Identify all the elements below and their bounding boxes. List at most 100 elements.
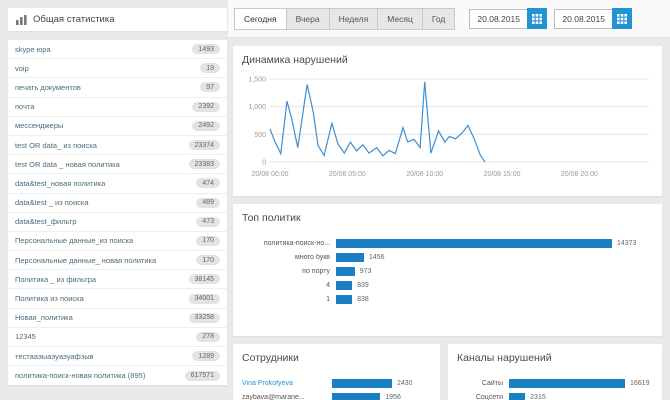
policy-list-item[interactable]: Новая_политика 33258 [8,309,227,328]
bar-label: 4 [326,281,330,289]
bar[interactable] [332,392,381,400]
sidebar-header-label: Общая статистика [33,14,115,25]
bar-value: 973 [359,267,372,275]
date-from-calendar-button[interactable] [527,8,548,29]
bar[interactable] [336,238,612,248]
bar-label: 1 [326,295,330,303]
policy-count-badge: 38145 [188,274,220,285]
policy-count-badge: 34001 [188,293,220,304]
tab-Месяц[interactable]: Месяц [377,7,423,30]
bar[interactable] [336,252,364,262]
tab-Вчера[interactable]: Вчера [285,7,330,30]
policy-count-badge: 473 [196,216,220,227]
tab-Год[interactable]: Год [421,7,456,30]
policy-list-item[interactable]: Персональные данные_из поиска 170 [8,232,227,252]
svg-text:20/08 20:00: 20/08 20:00 [561,171,598,178]
bar-row: 4 839 [242,280,653,290]
svg-text:20/08 15:00: 20/08 15:00 [484,171,521,178]
policy-label: Персональные данные_из поиска [15,236,134,246]
bar[interactable] [336,280,353,290]
policy-label: Политика _ из фильтра [15,274,97,284]
policy-count-badge: 1289 [192,351,220,362]
policy-count-badge: 2492 [192,120,220,131]
svg-text:1,000: 1,000 [248,104,266,111]
policy-list-item[interactable]: skype юра 1493 [8,40,227,60]
svg-text:1,500: 1,500 [248,77,266,84]
bar[interactable] [509,392,526,400]
policy-label: тестааэыаэуаэуафзыв [15,351,94,361]
employees-card: Сотрудники Vina Prokofyeva 2430 zaybava@ma… [233,344,440,400]
policy-count-badge: 19 [200,63,220,74]
bar-label: Сайты [481,379,503,387]
bar-row: Соцсети 2315 [457,392,653,400]
sidebar-header-general-stats[interactable]: Общая статистика [8,8,227,31]
policy-list-item[interactable]: печать документов 97 [8,78,227,98]
policy-label: почта [15,102,35,112]
policy-label: Персональные данные_ новая политика [15,255,157,265]
policy-list-item[interactable]: Политика _ из фильтра 38145 [8,270,227,290]
policy-count-badge: 278 [196,331,220,342]
policy-label: skype юра [15,44,51,54]
policy-count-badge: 617571 [184,370,220,381]
policy-label: data&test_новая политика [15,178,106,188]
bar-label: по порту [302,267,330,275]
date-to-input[interactable]: 20.08.2015 [554,8,613,29]
policy-label: печать документов [15,82,81,92]
bar-row: политика-поиск-но... 14373 [242,238,653,248]
policy-list-item[interactable]: data&test_фильтр 473 [8,213,227,232]
policy-list-item[interactable]: data&test _ из поиска 489 [8,194,227,213]
top-policies-card: Топ политик политика-поиск-но... 14373 мно… [233,204,662,336]
bar-label: политика-поиск-но... [263,239,330,247]
bar[interactable] [336,266,355,276]
policy-count-badge: 2392 [192,101,220,112]
date-to-calendar-button[interactable] [612,8,633,29]
policy-label: data&test _ из поиска [15,198,89,208]
policy-list-item[interactable]: почта 2392 [8,98,227,117]
dynamics-card-title: Динамика нарушений [242,54,348,66]
bar-row: по порту 973 [242,266,653,276]
policy-label: test OR data _ новая политика [15,159,120,169]
bar[interactable] [336,294,353,304]
bar-row: Vina Prokofyeva 2430 [242,378,431,388]
violations-dynamics-card: Динамика нарушений 0 500 1,000 1,500 20/08 0… [233,46,662,196]
policy-count-badge: 1493 [192,44,220,55]
svg-text:0: 0 [262,160,266,167]
violations-line-chart: 0 500 1,000 1,500 20/08 00:00 20/08 05:00 20/0… [248,77,649,178]
policy-label: test OR data_ из поиска [15,140,97,150]
policy-label: Новая_политика [15,313,73,323]
policy-count-badge: 170 [196,255,220,266]
employee-link[interactable]: Vina Prokofyeva [242,380,326,387]
bar-value: 838 [357,295,369,303]
policy-label: Политика из поиска [15,294,84,304]
policy-list-item[interactable]: политика-поиск-новая политика (895) 61757… [8,366,227,385]
tab-Сегодня[interactable]: Сегодня [234,7,287,30]
calendar-icon [532,13,543,24]
policy-count-badge: 474 [196,178,220,189]
policy-list-item[interactable]: test OR data _ новая политика 23383 [8,155,227,175]
policy-count-badge: 23374 [188,140,220,151]
date-range-controls: 20.08.2015 20.08.2015 [469,8,633,29]
violation-channels-card: Каналы нарушений Сайты 16619 Соцсети 2315 [448,344,662,400]
date-from-input[interactable]: 20.08.2015 [469,8,528,29]
bar[interactable] [509,378,625,388]
policy-list-item[interactable]: voip 19 [8,59,227,79]
policy-list-item[interactable]: Политика из поиска 34001 [8,289,227,309]
policy-list-item[interactable]: data&test_новая политика 474 [8,174,227,194]
policy-list-item[interactable]: test OR data_ из поиска 23374 [8,136,227,156]
bar-chart-icon [16,14,27,25]
calendar-icon [617,13,628,24]
policy-list-item[interactable]: 12345 278 [8,328,227,347]
policy-count-badge: 23383 [188,159,220,170]
policy-list-item[interactable]: мессенджеры 2492 [8,117,227,136]
policy-list-item[interactable]: тестааэыаэуаэуафзыв 1289 [8,347,227,367]
policy-list-item[interactable]: Персональные данные_ новая политика 170 [8,251,227,271]
bar[interactable] [332,378,392,388]
policy-count-badge: 489 [196,197,220,208]
employees-card-title: Сотрудники [242,352,299,364]
policy-count-badge: 97 [200,82,220,93]
bar-value: 14373 [617,239,637,247]
tab-Неделя[interactable]: Неделя [328,7,379,30]
bar-value: 16619 [630,379,650,387]
bar-value: 2430 [397,379,413,387]
bar-label: Соцсети [475,393,503,400]
